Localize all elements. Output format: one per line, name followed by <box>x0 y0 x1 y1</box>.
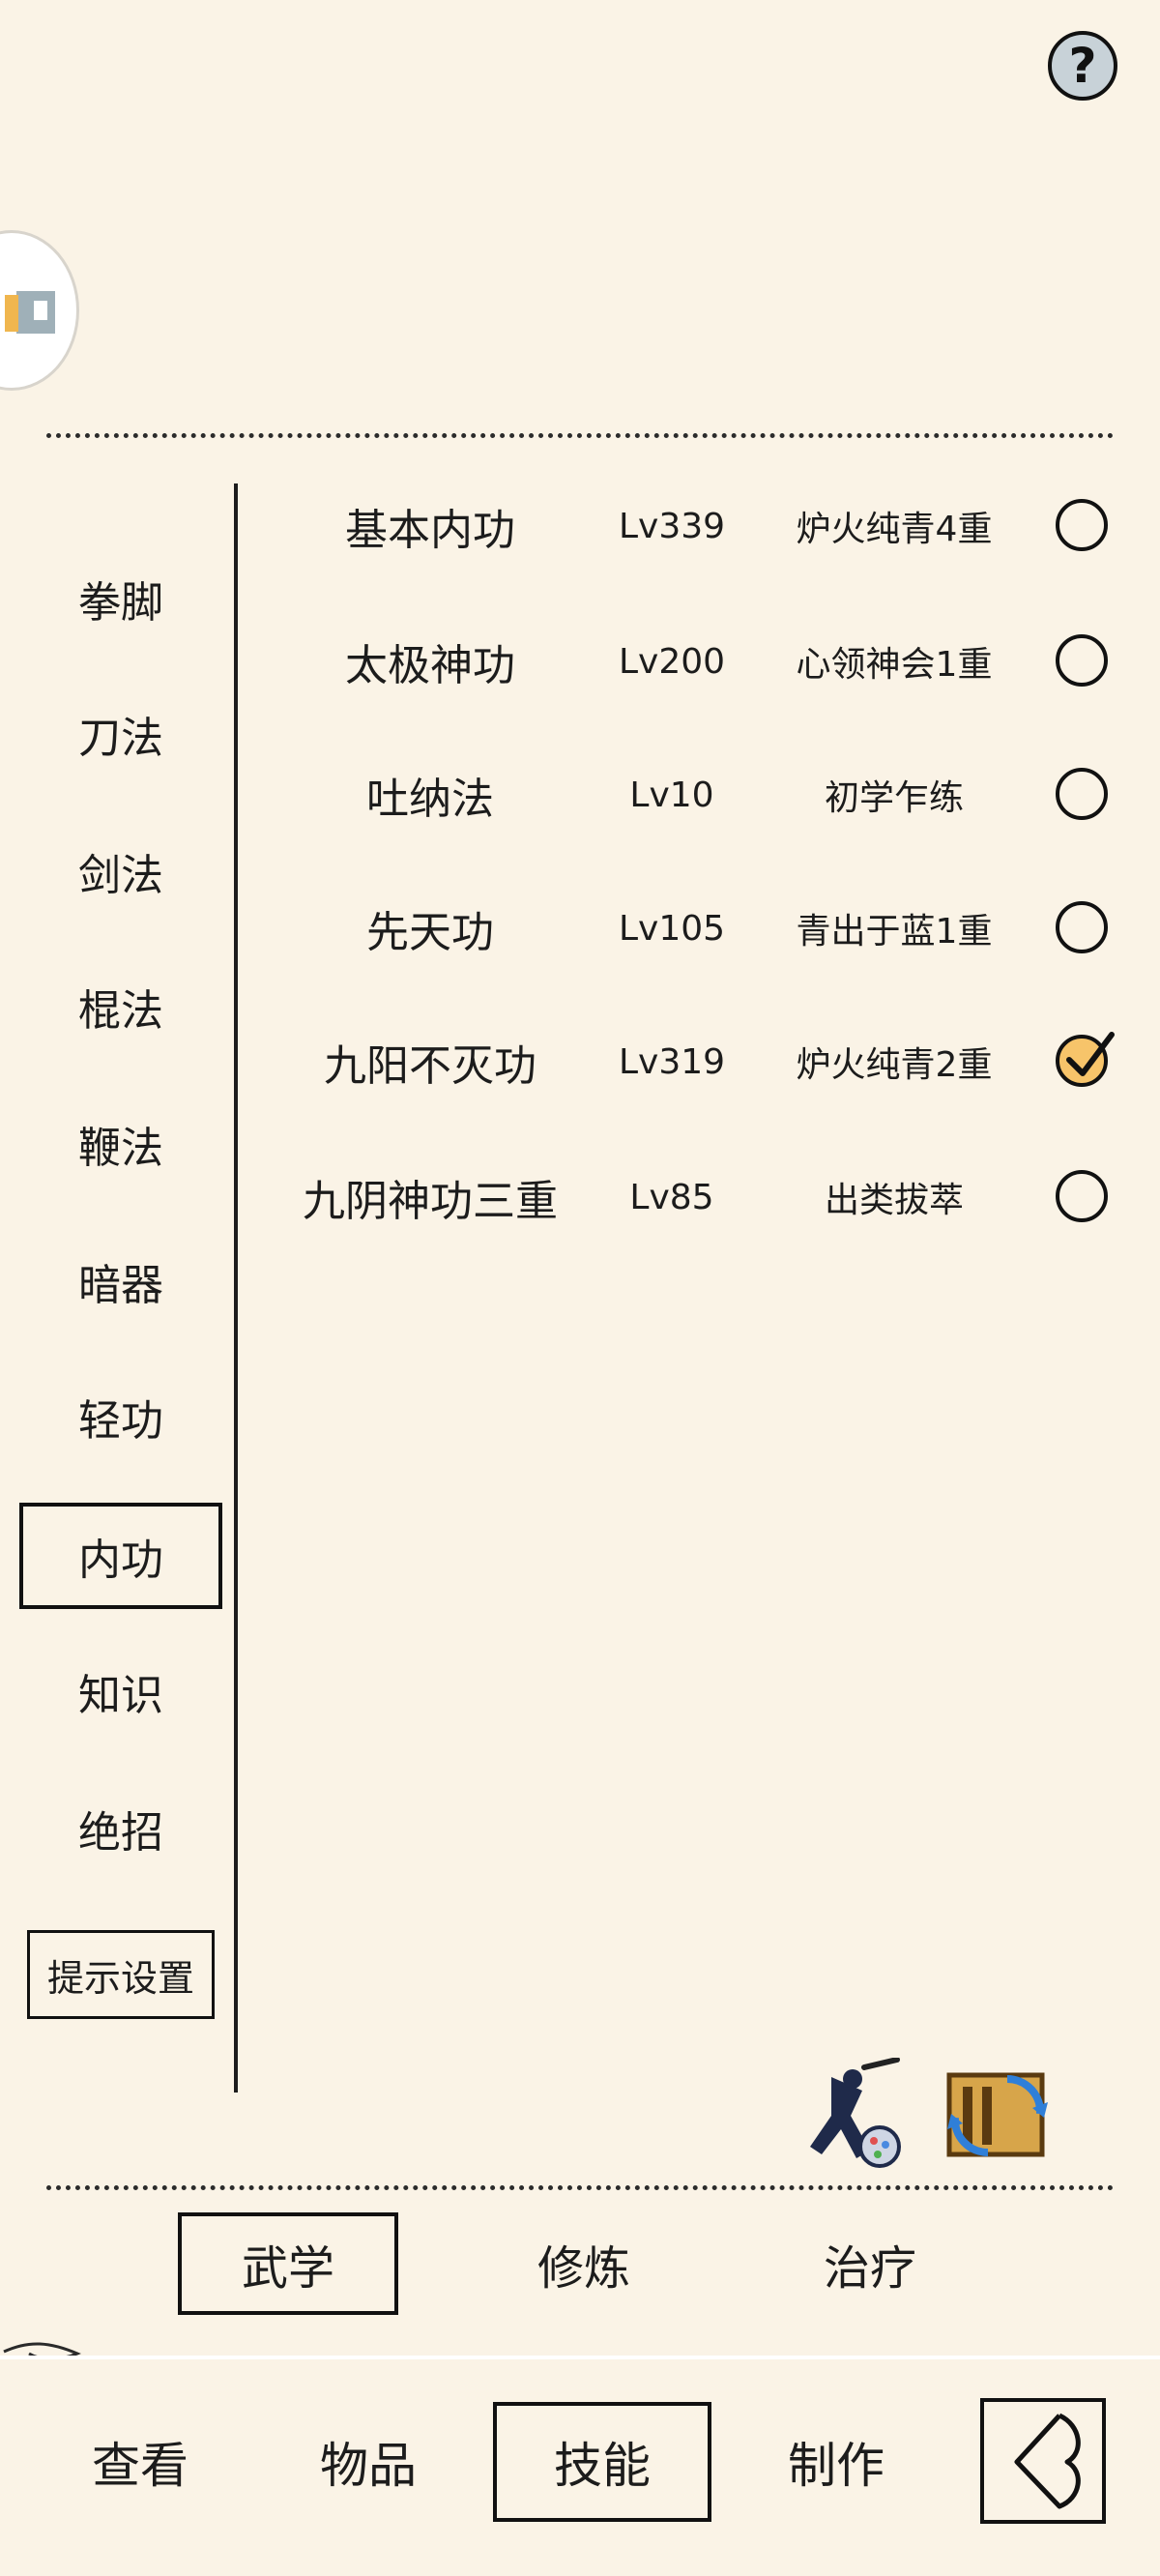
tab-heal[interactable]: 治疗 <box>760 2212 980 2315</box>
skill-row[interactable]: 太极神功 Lv200 心领神会1重 <box>251 613 1121 710</box>
category-internal[interactable]: 内功 <box>19 1503 222 1609</box>
skill-select-radio[interactable] <box>1056 768 1108 820</box>
help-button[interactable]: ? <box>1048 31 1117 101</box>
skill-row[interactable]: 吐纳法 Lv10 初学乍练 <box>251 746 1121 843</box>
skill-name: 太极神功 <box>345 641 515 690</box>
skill-level: Lv339 <box>618 506 726 546</box>
category-lightness[interactable]: 轻功 <box>19 1373 222 1460</box>
skill-name: 吐纳法 <box>366 775 494 824</box>
skill-level: Lv200 <box>618 641 726 682</box>
category-ultimate[interactable]: 绝招 <box>19 1785 222 1872</box>
skill-select-radio[interactable] <box>1056 634 1108 687</box>
nav-items[interactable]: 物品 <box>267 2402 470 2522</box>
skill-stage: 青出于蓝1重 <box>796 912 993 951</box>
skill-row[interactable]: 基本内功 Lv339 炉火纯青4重 <box>251 478 1121 574</box>
skill-level: Lv319 <box>618 1041 726 1082</box>
skill-stage: 心领神会1重 <box>796 645 993 685</box>
bottom-dotted-divider <box>46 2185 1114 2190</box>
martial-artist-icon[interactable] <box>793 2057 909 2174</box>
tab-cultivate[interactable]: 修炼 <box>474 2212 694 2315</box>
skill-name: 九阴神功三重 <box>303 1177 558 1226</box>
nav-view[interactable]: 查看 <box>39 2402 242 2522</box>
skill-row[interactable]: 九阴神功三重 Lv85 出类拔萃 <box>251 1149 1121 1245</box>
skill-select-radio[interactable] <box>1056 499 1108 551</box>
skill-row[interactable]: 九阳不灭功 Lv319 炉火纯青2重 <box>251 1013 1121 1110</box>
skill-name: 先天功 <box>366 908 494 957</box>
skill-stage: 炉火纯青2重 <box>796 1045 993 1085</box>
category-hidden-weapon[interactable]: 暗器 <box>19 1238 222 1325</box>
skill-level: Lv85 <box>629 1177 714 1217</box>
back-button[interactable] <box>980 2398 1106 2524</box>
swap-scroll-icon[interactable] <box>940 2060 1056 2172</box>
floating-edge-avatar[interactable] <box>0 230 79 391</box>
skill-level: Lv105 <box>618 908 726 949</box>
skill-name: 基本内功 <box>345 506 515 555</box>
app-icon <box>5 291 55 334</box>
skill-stage: 初学乍练 <box>824 778 964 818</box>
nav-skills[interactable]: 技能 <box>493 2402 711 2522</box>
category-blade[interactable]: 刀法 <box>19 690 222 777</box>
checkmark-icon <box>1066 1032 1115 1076</box>
skill-name: 九阳不灭功 <box>324 1041 536 1091</box>
top-dotted-divider <box>46 433 1114 438</box>
category-fist[interactable]: 拳脚 <box>19 555 222 642</box>
category-sword[interactable]: 剑法 <box>19 828 222 915</box>
nav-craft[interactable]: 制作 <box>735 2402 938 2522</box>
back-arrow-icon <box>1014 2413 1081 2509</box>
vertical-divider <box>234 483 238 2093</box>
skill-stage: 炉火纯青4重 <box>796 510 993 549</box>
tab-martial-arts[interactable]: 武学 <box>178 2212 398 2315</box>
skill-select-radio[interactable] <box>1056 1170 1108 1222</box>
category-knowledge[interactable]: 知识 <box>19 1648 222 1735</box>
skill-level: Lv10 <box>629 775 714 815</box>
help-icon: ? <box>1068 38 1097 94</box>
skill-select-radio[interactable] <box>1056 1032 1115 1087</box>
hint-settings-button[interactable]: 提示设置 <box>27 1930 215 2019</box>
skill-stage: 出类拔萃 <box>824 1181 964 1220</box>
skill-select-radio[interactable] <box>1056 901 1108 953</box>
category-whip[interactable]: 鞭法 <box>19 1100 222 1187</box>
skill-row[interactable]: 先天功 Lv105 青出于蓝1重 <box>251 880 1121 977</box>
category-staff[interactable]: 棍法 <box>19 963 222 1050</box>
